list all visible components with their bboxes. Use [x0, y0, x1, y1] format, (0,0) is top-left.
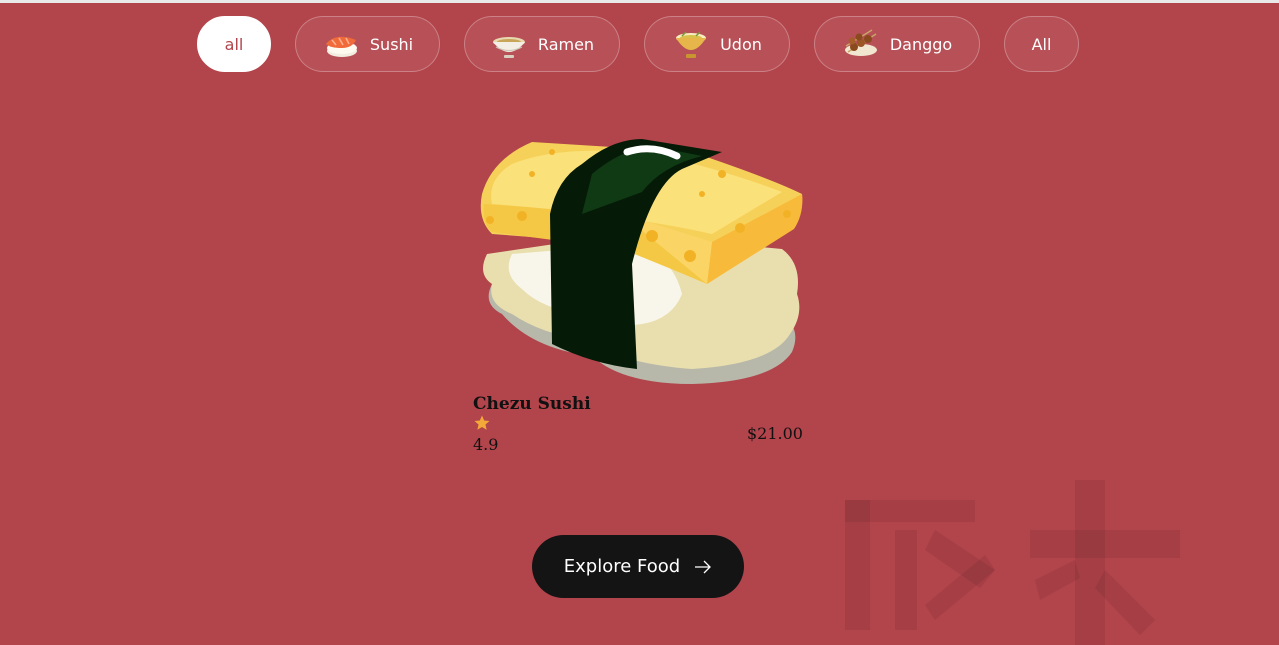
product-price: $21.00 — [747, 424, 803, 443]
filter-chip-label: All — [1031, 34, 1052, 54]
udon-bowl-icon — [676, 31, 707, 58]
star-icon — [474, 415, 490, 430]
filter-chip-label: Danggo — [889, 34, 953, 54]
filter-chip-sushi[interactable]: Sushi — [295, 16, 440, 72]
filter-chip-all-secondary[interactable]: All — [1004, 16, 1079, 72]
category-filter-bar: all Sushi Ramen Udon Danggo All — [0, 16, 1279, 74]
filter-chip-label: Ramen — [537, 34, 595, 54]
product-rating: 4.9 — [473, 435, 499, 454]
filter-chip-label: Sushi — [369, 34, 414, 54]
filter-chip-label: all — [224, 34, 244, 54]
arrow-right-icon — [695, 560, 712, 573]
explore-food-label: Explore Food — [563, 556, 681, 577]
ramen-bowl-icon — [492, 37, 525, 58]
dango-skewer-icon — [844, 29, 877, 56]
sushi-icon — [325, 36, 357, 57]
filter-chip-udon[interactable]: Udon — [644, 16, 790, 72]
filter-chip-label: Udon — [720, 34, 762, 54]
filter-chip-all[interactable]: all — [197, 16, 271, 72]
decorative-kanji-watermark — [845, 480, 1180, 645]
product-name: Chezu Sushi — [473, 394, 591, 414]
explore-food-button[interactable]: Explore Food — [532, 535, 744, 598]
filter-chip-danggo[interactable]: Danggo — [814, 16, 980, 72]
filter-chip-ramen[interactable]: Ramen — [464, 16, 620, 72]
top-border — [0, 0, 1279, 3]
tamago-sushi-image — [480, 139, 803, 384]
